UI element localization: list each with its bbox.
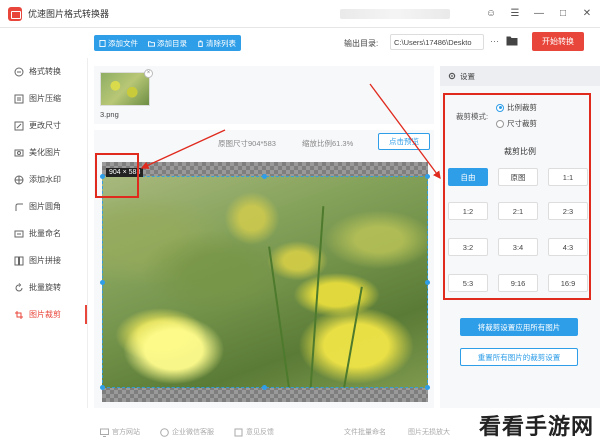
output-dir-label: 输出目录: <box>344 39 379 48</box>
sidebar-item-3[interactable]: 更改尺寸 <box>0 112 87 139</box>
close-icon[interactable]: ✕ <box>580 6 594 20</box>
output-path-field[interactable]: C:\Users\17486\Deskto <box>390 34 484 50</box>
format-icon <box>14 67 24 76</box>
crop-handle-top-right[interactable] <box>425 174 430 179</box>
title-bar: 优速图片格式转换器 ☺ ☰ — □ ✕ <box>0 0 600 28</box>
start-convert-button[interactable]: 开始转换 <box>532 32 584 51</box>
beautify-icon <box>14 149 24 156</box>
app-title: 优速图片格式转换器 <box>28 9 110 19</box>
sidebar-item-7[interactable]: 批量命名 <box>0 220 87 247</box>
file-name: 3.png <box>100 110 119 119</box>
sidebar-item-label: 更改尺寸 <box>29 121 61 130</box>
sidebar-item-5[interactable]: 添加水印 <box>0 166 87 193</box>
settings-header: 设置 <box>440 66 600 86</box>
footer-upscale[interactable]: 图片无损放大 <box>408 427 450 437</box>
sidebar-item-label: 图片压缩 <box>29 94 61 103</box>
crop-selection-border[interactable] <box>102 176 428 388</box>
file-button-group: 添加文件 添加目录 清除列表 <box>94 35 241 51</box>
reset-all-button[interactable]: 重置所有图片的裁剪设置 <box>460 348 578 366</box>
footer-upscale-label: 图片无损放大 <box>408 429 450 436</box>
sidebar-item-label: 批量旋转 <box>29 283 61 292</box>
minimize-icon[interactable]: — <box>532 6 546 20</box>
annotation-box-settings <box>443 93 591 300</box>
sidebar-item-label: 格式转换 <box>29 67 61 76</box>
footer-batch-rename-label: 文件批量命名 <box>344 429 386 436</box>
toolbar: 添加文件 添加目录 清除列表 输出目录: C:\Users\17486\Desk… <box>88 28 600 58</box>
sidebar-item-label: 美化图片 <box>29 148 61 157</box>
menu-icon[interactable]: ☰ <box>508 6 522 20</box>
support-icon[interactable]: ☺ <box>484 6 498 20</box>
preview-button[interactable]: 点击预览 <box>378 133 430 150</box>
compress-icon <box>14 94 24 103</box>
sidebar-item-8[interactable]: 图片拼接 <box>0 247 87 274</box>
add-file-icon <box>99 39 106 47</box>
crop-icon <box>15 310 23 319</box>
original-size-text: 原图尺寸904*583 <box>218 139 276 148</box>
sidebar-item-9[interactable]: 批量旋转 <box>0 274 87 301</box>
folder-icon <box>148 40 155 47</box>
add-file-label: 添加文件 <box>108 38 138 48</box>
sidebar: 格式转换图片压缩更改尺寸美化图片添加水印图片圆角批量命名图片拼接批量旋转图片裁剪 <box>0 58 88 408</box>
sidebar-item-label: 添加水印 <box>29 175 61 184</box>
footer-feedback-label: 意见反馈 <box>246 429 274 436</box>
sidebar-item-6[interactable]: 图片圆角 <box>0 193 87 220</box>
sidebar-item-label: 批量命名 <box>29 229 61 238</box>
footer-support[interactable]: 企业微信客服 <box>160 427 214 437</box>
crop-canvas: 904 × 583 <box>94 154 434 408</box>
feedback-icon <box>234 428 243 436</box>
image-info-bar: 原图尺寸904*583 缩放比例61.3% 点击预览 <box>94 130 434 154</box>
footer-website[interactable]: 官方网站 <box>100 427 140 437</box>
sidebar-item-4[interactable]: 美化图片 <box>0 139 87 166</box>
window-controls: ☺ ☰ — □ ✕ <box>484 6 594 20</box>
scale-text: 缩放比例61.3% <box>302 139 354 148</box>
app-logo-icon <box>8 6 22 21</box>
file-list: × 3.png <box>94 66 434 124</box>
sidebar-item-1[interactable]: 格式转换 <box>0 58 87 85</box>
monitor-icon <box>100 428 109 437</box>
sidebar-item-2[interactable]: 图片压缩 <box>0 85 87 112</box>
crop-handle-bottom[interactable] <box>262 385 267 390</box>
add-dir-label: 添加目录 <box>157 38 187 48</box>
add-file-button[interactable]: 添加文件 <box>94 35 143 51</box>
settings-title: 设置 <box>460 71 475 81</box>
crop-handle-left[interactable] <box>100 280 105 285</box>
blurred-user-info <box>340 9 450 19</box>
site-watermark: 看看手游网 <box>478 414 594 439</box>
remove-file-icon[interactable]: × <box>144 69 153 78</box>
support-chat-icon <box>160 427 169 437</box>
footer-website-label: 官方网站 <box>112 429 140 436</box>
sidebar-item-label: 图片裁剪 <box>29 310 61 319</box>
gear-icon <box>448 72 456 80</box>
apply-all-button[interactable]: 将裁剪设置应用所有图片 <box>460 318 578 336</box>
maximize-icon[interactable]: □ <box>556 6 570 20</box>
rotate-icon <box>15 282 23 291</box>
file-thumbnail[interactable] <box>100 72 150 106</box>
add-dir-button[interactable]: 添加目录 <box>143 35 192 51</box>
footer-feedback[interactable]: 意见反馈 <box>234 427 274 437</box>
resize-icon <box>14 121 24 130</box>
footer-support-label: 企业微信客服 <box>172 429 214 436</box>
rename-icon <box>14 230 24 237</box>
crop-handle-top[interactable] <box>262 174 267 179</box>
splice-icon <box>14 256 24 265</box>
annotation-box-dimensions <box>95 153 139 198</box>
clear-list-label: 清除列表 <box>206 38 236 48</box>
open-folder-icon[interactable] <box>506 35 518 46</box>
crop-handle-bottom-right[interactable] <box>425 385 430 390</box>
sidebar-item-label: 图片圆角 <box>29 202 61 211</box>
trash-icon <box>198 39 203 47</box>
sidebar-item-10[interactable]: 图片裁剪 <box>0 301 87 328</box>
footer-batch-rename[interactable]: 文件批量命名 <box>344 427 386 437</box>
sidebar-item-label: 图片拼接 <box>29 256 61 265</box>
watermark-icon <box>14 175 24 184</box>
browse-more-button[interactable]: ··· <box>490 36 499 46</box>
crop-handle-right[interactable] <box>425 280 430 285</box>
clear-list-button[interactable]: 清除列表 <box>192 35 241 51</box>
crop-handle-bottom-left[interactable] <box>100 385 105 390</box>
round-corner-icon <box>15 203 23 211</box>
